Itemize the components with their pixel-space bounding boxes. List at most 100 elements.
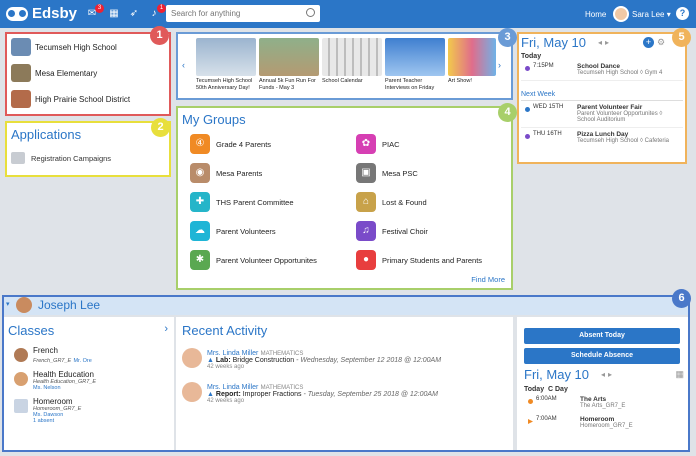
group-item[interactable]: ☁ Parent Volunteers <box>190 220 356 242</box>
event-location: Parent Volunteer Opportunites ◊ School A… <box>577 111 663 123</box>
bell-icon[interactable]: ♪ 1 <box>148 4 166 19</box>
announcements-carousel: ‹ › Tecumseh High School 50th Anniversar… <box>176 32 513 100</box>
activity-title[interactable]: Bridge Construction <box>233 357 294 364</box>
user-menu[interactable]: Sara Lee ▾ <box>632 10 671 19</box>
calendar-prev-icon[interactable]: ◂ <box>601 370 605 379</box>
event-code: Homeroom_GR7_E <box>580 423 633 429</box>
group-item[interactable]: ✿ PIAC <box>356 133 522 155</box>
group-item[interactable]: ♫ Festival Choir <box>356 220 522 242</box>
event-name: The Arts <box>580 396 607 403</box>
calendar-prev-icon[interactable]: ◂ <box>598 38 602 47</box>
groups-grid: ④ Grade 4 Parents ✿ PIAC ◉ Mesa Parents ▣ Mesa … <box>182 127 513 271</box>
student-name: Joseph Lee <box>38 298 101 312</box>
announcement-card[interactable]: Tecumseh High School 50th Anniversary Da… <box>196 38 256 92</box>
activity-due: - Wednesday, September 12 2018 @ 12:00AM <box>296 357 442 364</box>
collapse-icon[interactable]: ▾ <box>6 300 10 308</box>
announcement-card[interactable]: Parent Teacher Interviews on Friday <box>385 38 445 92</box>
group-label: Parent Volunteer Opportunites <box>216 255 317 265</box>
calendar-event[interactable]: THU 16TH Pizza Lunch Day Tecumseh High Sc… <box>521 128 683 148</box>
home-link[interactable]: Home <box>585 10 606 19</box>
student-calendar: Fri, May 10 ◂ ▸ ▦ Today C Day 6:00AM The… <box>524 367 684 433</box>
school-crest-icon <box>11 64 31 82</box>
activity-title[interactable]: Improper Fractions <box>243 391 302 398</box>
class-name: French <box>33 346 58 355</box>
activity-item[interactable]: Mrs. Linda Miller MATHEMATICS ▲ Report: … <box>182 382 505 404</box>
group-item[interactable]: ✚ THS Parent Committee <box>190 191 356 213</box>
carousel-next-icon[interactable]: › <box>498 60 501 70</box>
group-item[interactable]: ⌂ Lost & Found <box>356 191 522 213</box>
announcement-caption: Art Show! <box>448 78 472 84</box>
class-item[interactable]: Homeroom Homeroom_GR7_E Ms. Dawson 1 abs… <box>8 397 168 424</box>
application-label: Registration Campaigns <box>31 153 112 163</box>
group-icon: ☁ <box>190 221 210 241</box>
group-label: Grade 4 Parents <box>216 139 272 149</box>
activity-item[interactable]: Mrs. Linda Miller MATHEMATICS ▲ Lab: Bri… <box>182 348 505 370</box>
schedule-item[interactable]: 7:00AM Homeroom Homeroom_GR7_E <box>524 413 684 433</box>
calendar-icon[interactable]: ▦ <box>108 8 120 19</box>
chevron-right-icon[interactable]: › <box>164 323 168 338</box>
school-name: Tecumseh High School <box>35 42 117 52</box>
announcement-card[interactable]: Annual 5k Fun Run For Funds - May 3 <box>259 38 319 92</box>
event-dot <box>525 66 530 71</box>
group-item[interactable]: ● Primary Students and Parents <box>356 249 522 271</box>
mail-icon[interactable]: ✉ 3 <box>86 4 104 19</box>
teacher-link[interactable]: Mr. Ore <box>73 358 91 364</box>
search-input[interactable] <box>166 5 320 22</box>
calendar-event[interactable]: 7:15PM School Dance Tecumseh High School … <box>521 60 683 81</box>
calendar-event[interactable]: WED 15TH Parent Volunteer Fair Parent Vol… <box>521 101 683 128</box>
teacher-link[interactable]: Ms. Nelson <box>33 385 96 391</box>
class-name: Health Education <box>33 370 94 379</box>
school-item[interactable]: Mesa Elementary <box>5 60 171 86</box>
help-icon[interactable]: ? <box>676 7 689 20</box>
rocket-icon[interactable]: ➶ <box>128 8 140 19</box>
callout-3: 3 <box>498 28 517 47</box>
applications-title: Applications <box>11 127 82 142</box>
calendar-date: Fri, May 10 <box>521 35 587 50</box>
classes-title: Classes <box>8 323 55 338</box>
absent-today-button[interactable]: Absent Today <box>524 328 680 344</box>
group-item[interactable]: ✱ Parent Volunteer Opportunites <box>190 249 356 271</box>
event-name: School Dance <box>577 63 620 70</box>
teacher-avatar <box>182 382 202 402</box>
user-name: Sara Lee <box>632 10 665 19</box>
today-label: Today <box>521 53 542 60</box>
group-item[interactable]: ◉ Mesa Parents <box>190 162 356 184</box>
schedule-absence-button[interactable]: Schedule Absence <box>524 348 680 364</box>
mortarboard-icon: ▲ <box>207 357 214 364</box>
teacher-name[interactable]: Mrs. Linda Miller <box>207 384 258 391</box>
find-more-link[interactable]: Find More <box>471 275 505 284</box>
school-item[interactable]: Tecumseh High School <box>5 34 171 60</box>
group-icon: ♫ <box>356 221 376 241</box>
user-avatar[interactable] <box>613 6 629 22</box>
class-code: French_GR7_E <box>33 358 72 364</box>
edsby-logo[interactable]: Edsby <box>6 5 77 22</box>
calendar-next-icon[interactable]: ▸ <box>608 370 612 379</box>
gear-icon[interactable]: ⚙ <box>657 37 665 48</box>
class-item[interactable]: Health Education Health Education_GR7_E … <box>8 370 168 391</box>
announcement-card[interactable]: Art Show! <box>448 38 496 92</box>
carousel-prev-icon[interactable]: ‹ <box>182 60 185 70</box>
student-header[interactable]: ▾ Joseph Lee <box>2 295 690 315</box>
application-item[interactable]: Registration Campaigns <box>11 152 171 164</box>
calendar-icon[interactable]: ▦ <box>675 369 684 380</box>
next-week-label: Next Week <box>521 91 683 101</box>
event-name: Pizza Lunch Day <box>577 131 629 138</box>
schedule-item[interactable]: 6:00AM The Arts The Arts_GR7_E <box>524 393 684 413</box>
teacher-name[interactable]: Mrs. Linda Miller <box>207 350 258 357</box>
group-icon: ● <box>356 250 376 270</box>
activity-kind: Report: <box>215 391 241 398</box>
event-code: The Arts_GR7_E <box>580 403 626 409</box>
group-icon: ④ <box>190 134 210 154</box>
group-item[interactable]: ④ Grade 4 Parents <box>190 133 356 155</box>
absent-count[interactable]: 1 absent <box>33 418 81 424</box>
student-avatar <box>16 297 32 313</box>
event-time: 7:15PM <box>533 63 554 69</box>
group-item[interactable]: ▣ Mesa PSC <box>356 162 522 184</box>
add-event-icon[interactable]: + <box>643 37 655 48</box>
announcement-card[interactable]: School Calendar <box>322 38 382 92</box>
calendar-next-icon[interactable]: ▸ <box>605 38 609 47</box>
school-item[interactable]: High Prairie School District <box>5 86 171 112</box>
teacher-avatar <box>182 348 202 368</box>
class-item[interactable]: French French_GR7_E Mr. Ore <box>8 346 168 364</box>
search-icon[interactable] <box>306 8 315 17</box>
